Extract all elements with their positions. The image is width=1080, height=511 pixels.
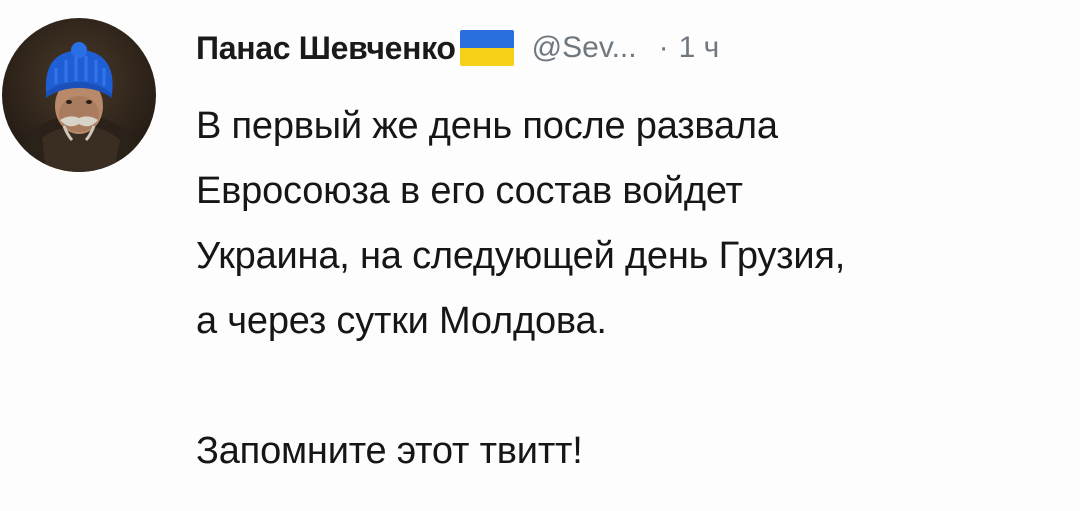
tweet-timestamp[interactable]: 1 ч — [679, 31, 720, 65]
avatar[interactable] — [2, 18, 156, 172]
tweet-body: В первый же день после развала Евросоюза… — [196, 94, 1066, 484]
tweet-text-line: Украина, на следующей день Грузия, — [196, 235, 846, 277]
author-handle[interactable]: @Sev... — [532, 31, 637, 65]
ukraine-flag-icon — [459, 30, 514, 66]
tweet[interactable]: Панас Шевченко @Sev... · 1 ч В первый же… — [0, 0, 1080, 511]
author-display-name[interactable]: Панас Шевченко — [196, 30, 456, 67]
tweet-text-line: Евросоюза в его состав войдет — [196, 170, 743, 212]
tweet-text-line: а через сутки Молдова. — [196, 300, 607, 342]
tweet-header: Панас Шевченко @Sev... · 1 ч — [196, 24, 719, 72]
tweet-text-line: В первый же день после развала — [196, 105, 778, 147]
avatar-portrait-icon — [2, 18, 156, 172]
separator-dot: · — [658, 31, 669, 64]
tweet-text-line: Запомните этот твитт! — [196, 430, 583, 472]
